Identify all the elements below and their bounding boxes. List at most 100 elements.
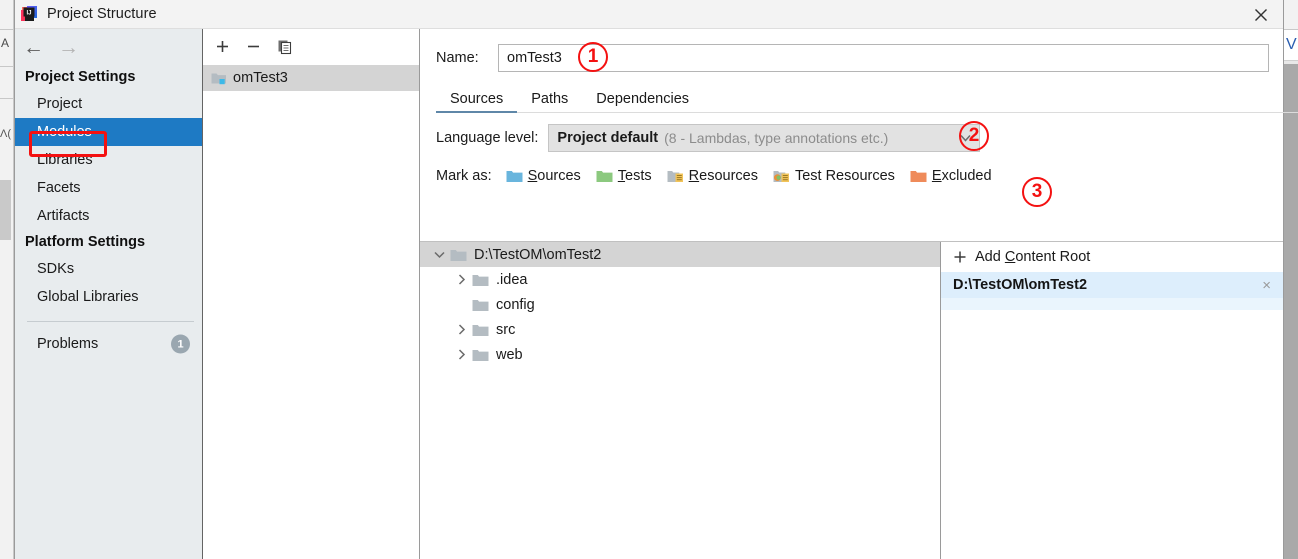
tree-row[interactable]: web (420, 342, 940, 367)
remove-content-root-icon[interactable]: × (1262, 278, 1271, 293)
chevron-right-icon[interactable] (450, 349, 472, 360)
sidebar-item-libraries[interactable]: Libraries (15, 146, 202, 174)
dialog-body: ← → Project Settings Project Modules Lib… (15, 29, 1298, 559)
sidebar-item-label: Artifacts (37, 208, 90, 224)
problems-count-badge: 1 (171, 334, 190, 354)
mark-as-row: Mark as: Sources Tests Resources Test Re… (436, 161, 1283, 191)
mark-as-label-text: Tests (618, 168, 652, 184)
intellij-idea-icon: IJ (21, 6, 37, 21)
tab-label: Paths (531, 91, 569, 107)
add-module-button[interactable] (215, 39, 230, 54)
svg-text:IJ: IJ (26, 10, 31, 16)
mnemonic-letter: R (688, 168, 700, 184)
sidebar-item-label: Problems (37, 336, 99, 352)
mnemonic-letter: S (527, 168, 538, 184)
tab-paths[interactable]: Paths (517, 91, 582, 113)
tab-dependencies[interactable]: Dependencies (582, 91, 703, 113)
background-scrollbar-thumb[interactable] (0, 180, 11, 240)
sidebar-item-sdks[interactable]: SDKs (15, 255, 202, 283)
tree-row-label: web (496, 346, 523, 363)
module-name-input[interactable] (498, 44, 1269, 72)
mark-as-test-resources-button[interactable]: Test Resources (773, 168, 895, 184)
content-root-item[interactable]: D:\TestOM\omTest2 × (941, 272, 1283, 298)
module-folder-icon (211, 73, 226, 85)
twisty-collapsed-glyph (458, 324, 465, 335)
folder-test-resources-icon (773, 171, 789, 182)
mark-as-excluded-button[interactable]: Excluded (910, 168, 992, 184)
add-label-rest: ontent Root (1015, 249, 1091, 265)
background-right-panel (1284, 64, 1298, 559)
mark-as-sources-button[interactable]: Sources (506, 168, 581, 184)
source-folder-tree: D:\TestOM\omTest2 .idea config src web (420, 242, 941, 559)
tab-label: Sources (450, 91, 504, 107)
forward-arrow-icon[interactable]: → (58, 37, 79, 58)
sidebar-item-label: Modules (37, 124, 92, 140)
sidebar-item-label: SDKs (37, 261, 75, 277)
tree-row-label: config (496, 296, 535, 313)
chevron-down-icon[interactable] (428, 250, 450, 259)
language-level-hint: (8 - Lambdas, type annotations etc.) (664, 130, 889, 146)
module-tabs: Sources Paths Dependencies (436, 85, 1298, 113)
project-structure-dialog: IJ Project Structure ← → Project Setting… (14, 0, 1298, 559)
content-root-filler (941, 298, 1283, 310)
sidebar-item-facets[interactable]: Facets (15, 174, 202, 202)
sidebar-item-artifacts[interactable]: Artifacts (15, 202, 202, 230)
sidebar-item-modules[interactable]: Modules (15, 118, 202, 146)
module-label: omTest3 (233, 70, 288, 86)
mark-as-tests-button[interactable]: Tests (596, 168, 652, 184)
folder-sources-icon (506, 171, 523, 182)
sidebar-item-global-libraries[interactable]: Global Libraries (15, 283, 202, 311)
modules-panel: omTest3 (203, 29, 420, 559)
remove-module-button[interactable] (246, 39, 261, 54)
background-left-divider-2 (0, 66, 14, 67)
copy-module-button[interactable] (277, 39, 293, 55)
tree-row-label: D:\TestOM\omTest2 (474, 246, 602, 263)
mnemonic-letter: T (617, 168, 626, 184)
background-left-divider-1 (0, 29, 14, 30)
tree-row-label: src (496, 321, 516, 338)
chevron-right-icon[interactable] (450, 274, 472, 285)
close-icon[interactable] (1239, 0, 1283, 29)
copy-icon (278, 40, 292, 54)
sidebar-item-project[interactable]: Project (15, 90, 202, 118)
tree-row[interactable]: src (420, 317, 940, 342)
module-list: omTest3 (203, 65, 419, 559)
language-level-dropdown[interactable]: Project default (8 - Lambdas, type annot… (548, 124, 981, 152)
mark-as-label: Mark as: (436, 168, 492, 184)
sidebar-group-project-settings: Project Settings (25, 69, 136, 85)
folder-tests-icon (596, 171, 613, 182)
tree-row[interactable]: .idea (420, 267, 940, 292)
module-editor: Name: Sources Paths Dependencies Languag… (420, 29, 1298, 559)
add-content-root-button[interactable]: Add Content Root (941, 242, 1283, 272)
tree-row[interactable]: D:\TestOM\omTest2 (420, 242, 940, 267)
dialog-titlebar: IJ Project Structure (15, 0, 1283, 29)
background-left-strip (0, 0, 14, 559)
sidebar-group-platform-settings: Platform Settings (25, 234, 146, 250)
tree-row[interactable]: config (420, 292, 940, 317)
chevron-right-icon[interactable] (450, 324, 472, 335)
back-arrow-icon[interactable]: ← (23, 37, 44, 58)
settings-sidebar: ← → Project Settings Project Modules Lib… (15, 29, 203, 559)
language-level-label: Language level: (436, 130, 539, 146)
chevron-down-icon (960, 134, 971, 142)
tab-label: Dependencies (596, 91, 690, 107)
tab-sources[interactable]: Sources (436, 91, 518, 113)
folder-icon (472, 299, 489, 311)
label-rest: esources (699, 168, 758, 184)
folder-icon (472, 324, 489, 336)
modules-toolbar (203, 29, 419, 65)
mark-as-label-text: Resources (689, 168, 758, 184)
content-roots-list: Add Content Root D:\TestOM\omTest2 × (941, 242, 1283, 559)
language-level-row: Language level: Project default (8 - Lam… (436, 122, 1283, 154)
folder-icon (472, 349, 489, 361)
content-root-path: D:\TestOM\omTest2 (953, 277, 1088, 293)
module-list-item[interactable]: omTest3 (203, 65, 419, 91)
mark-as-resources-button[interactable]: Resources (667, 168, 758, 184)
mark-as-label-text: Excluded (932, 168, 992, 184)
twisty-collapsed-glyph (458, 274, 465, 285)
sidebar-item-problems[interactable]: Problems 1 (15, 330, 202, 358)
add-label-prefix: Add (975, 249, 1005, 265)
module-name-row: Name: (436, 42, 1269, 74)
plus-icon (954, 251, 966, 263)
background-left-text: A (1, 36, 10, 50)
